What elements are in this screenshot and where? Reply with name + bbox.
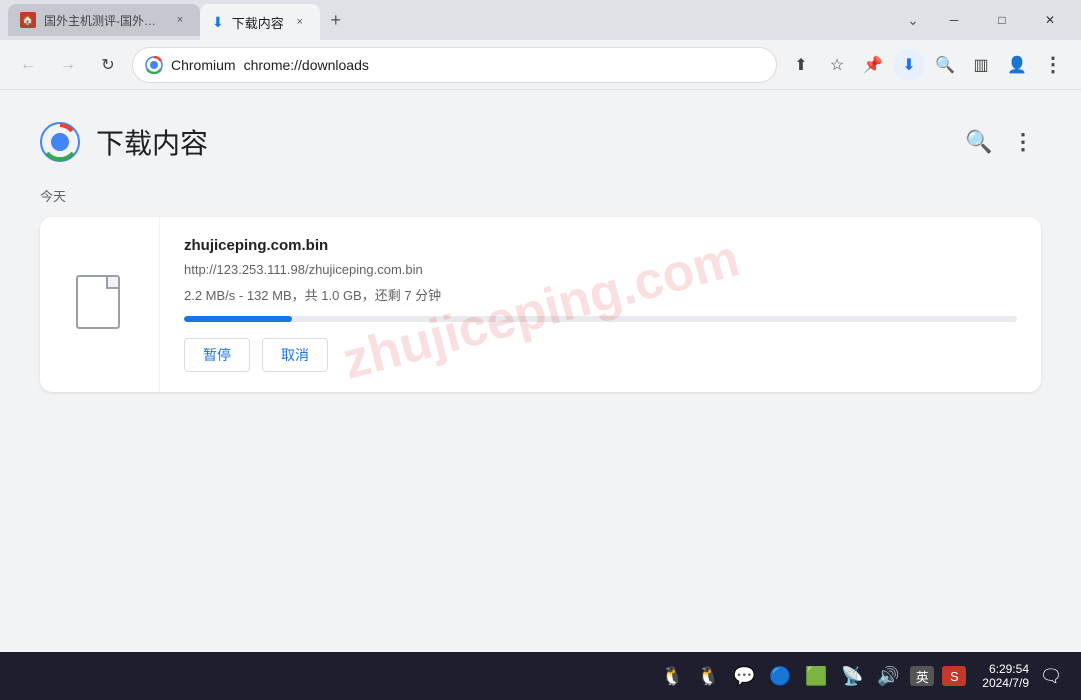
download-progress-bar bbox=[184, 316, 1017, 322]
download-card-content: zhujiceping.com.bin http://123.253.111.9… bbox=[160, 217, 1041, 392]
taskbar-icon-volume[interactable]: 🔊 bbox=[874, 662, 902, 690]
split-view-icon[interactable]: ▥ bbox=[965, 49, 997, 81]
section-today-label: 今天 bbox=[40, 186, 1041, 205]
download-url: http://123.253.111.98/zhujiceping.com.bi… bbox=[184, 262, 1017, 277]
taskbar-icon-bluetooth[interactable]: 🔵 bbox=[766, 662, 794, 690]
tab-inactive[interactable]: 🏠 国外主机测评-国外VPS、国外... × bbox=[8, 4, 200, 36]
tab-inactive-close[interactable]: × bbox=[172, 12, 188, 28]
minimize-button[interactable]: ─ bbox=[931, 4, 977, 36]
taskbar-icon-network[interactable]: 📡 bbox=[838, 662, 866, 690]
share-icon[interactable]: ⬆ bbox=[785, 49, 817, 81]
download-file-icon-area bbox=[40, 217, 160, 392]
tab-active-close[interactable]: × bbox=[292, 14, 308, 30]
tab-active-favicon: ⬇ bbox=[212, 14, 224, 31]
more-options-icon[interactable]: ⋮ bbox=[1037, 49, 1069, 81]
taskbar-icon-sougou[interactable]: S bbox=[942, 666, 966, 686]
file-icon-corner bbox=[106, 277, 118, 289]
taskbar-time: 6:29:54 bbox=[989, 662, 1029, 676]
page-search-button[interactable]: 🔍 bbox=[961, 124, 997, 160]
page-header-left: 下载内容 bbox=[40, 122, 208, 162]
taskbar-icon-ime[interactable]: 英 bbox=[910, 666, 934, 686]
taskbar-date: 2024/7/9 bbox=[982, 676, 1029, 690]
back-button[interactable]: ← bbox=[12, 49, 44, 81]
page-header-right: 🔍 ⋮ bbox=[961, 124, 1041, 160]
forward-button[interactable]: → bbox=[52, 49, 84, 81]
cancel-button[interactable]: 取消 bbox=[262, 338, 328, 372]
file-icon bbox=[76, 275, 124, 335]
search-icon[interactable]: 🔍 bbox=[929, 49, 961, 81]
taskbar: 🐧 🐧 💬 🔵 🟩 📡 🔊 英 S 6:29:54 2024/7/9 🗨 bbox=[0, 652, 1081, 700]
page-content: zhujiceping.com 下载内容 🔍 ⋮ 今天 bbox=[0, 90, 1081, 652]
tab-active-label: 下载内容 bbox=[232, 13, 284, 32]
download-progress-fill bbox=[184, 316, 292, 322]
file-icon-shape bbox=[76, 275, 120, 329]
address-bar[interactable]: Chromium chrome://downloads bbox=[132, 47, 777, 83]
page-header: 下载内容 🔍 ⋮ bbox=[40, 122, 1041, 162]
navigation-bar: ← → ↻ Chromium chrome://downloads ⬆ ☆ 📌 … bbox=[0, 40, 1081, 90]
taskbar-icon-penguin1[interactable]: 🐧 bbox=[658, 662, 686, 690]
bookmark-icon[interactable]: ☆ bbox=[821, 49, 853, 81]
download-status: 2.2 MB/s - 132 MB，共 1.0 GB，还剩 7 分钟 bbox=[184, 285, 1017, 304]
title-bar: 🏠 国外主机测评-国外VPS、国外... × ⬇ 下载内容 × + ⌄ ─ □ … bbox=[0, 0, 1081, 40]
taskbar-icon-nvidia[interactable]: 🟩 bbox=[802, 662, 830, 690]
close-button[interactable]: ✕ bbox=[1027, 4, 1073, 36]
pause-button[interactable]: 暂停 bbox=[184, 338, 250, 372]
taskbar-icon-wechat[interactable]: 💬 bbox=[730, 662, 758, 690]
chromium-logo bbox=[145, 56, 163, 74]
restore-button[interactable]: □ bbox=[979, 4, 1025, 36]
toolbar-icons: ⬆ ☆ 📌 ⬇ 🔍 ▥ 👤 ⋮ bbox=[785, 49, 1069, 81]
downloads-page-logo bbox=[40, 122, 80, 162]
download-filename: zhujiceping.com.bin bbox=[184, 237, 1017, 254]
address-brand: Chromium bbox=[171, 57, 236, 73]
address-url: chrome://downloads bbox=[244, 57, 369, 73]
page-more-button[interactable]: ⋮ bbox=[1005, 124, 1041, 160]
tab-inactive-favicon: 🏠 bbox=[20, 12, 36, 28]
download-card: zhujiceping.com.bin http://123.253.111.9… bbox=[40, 217, 1041, 392]
profile-icon[interactable]: 👤 bbox=[1001, 49, 1033, 81]
chevron-down-icon[interactable]: ⌄ bbox=[897, 4, 929, 36]
tab-active[interactable]: ⬇ 下载内容 × bbox=[200, 4, 320, 40]
window-controls: ⌄ ─ □ ✕ bbox=[897, 4, 1073, 36]
taskbar-notification-icon[interactable]: 🗨 bbox=[1037, 662, 1065, 690]
taskbar-icon-penguin2[interactable]: 🐧 bbox=[694, 662, 722, 690]
new-tab-button[interactable]: + bbox=[320, 4, 352, 36]
tab-inactive-label: 国外主机测评-国外VPS、国外... bbox=[44, 12, 164, 29]
extensions-icon[interactable]: 📌 bbox=[857, 49, 889, 81]
downloads-icon[interactable]: ⬇ bbox=[893, 49, 925, 81]
taskbar-clock[interactable]: 6:29:54 2024/7/9 bbox=[982, 662, 1029, 690]
page-title: 下载内容 bbox=[96, 122, 208, 162]
reload-button[interactable]: ↻ bbox=[92, 49, 124, 81]
download-actions: 暂停 取消 bbox=[184, 338, 1017, 372]
